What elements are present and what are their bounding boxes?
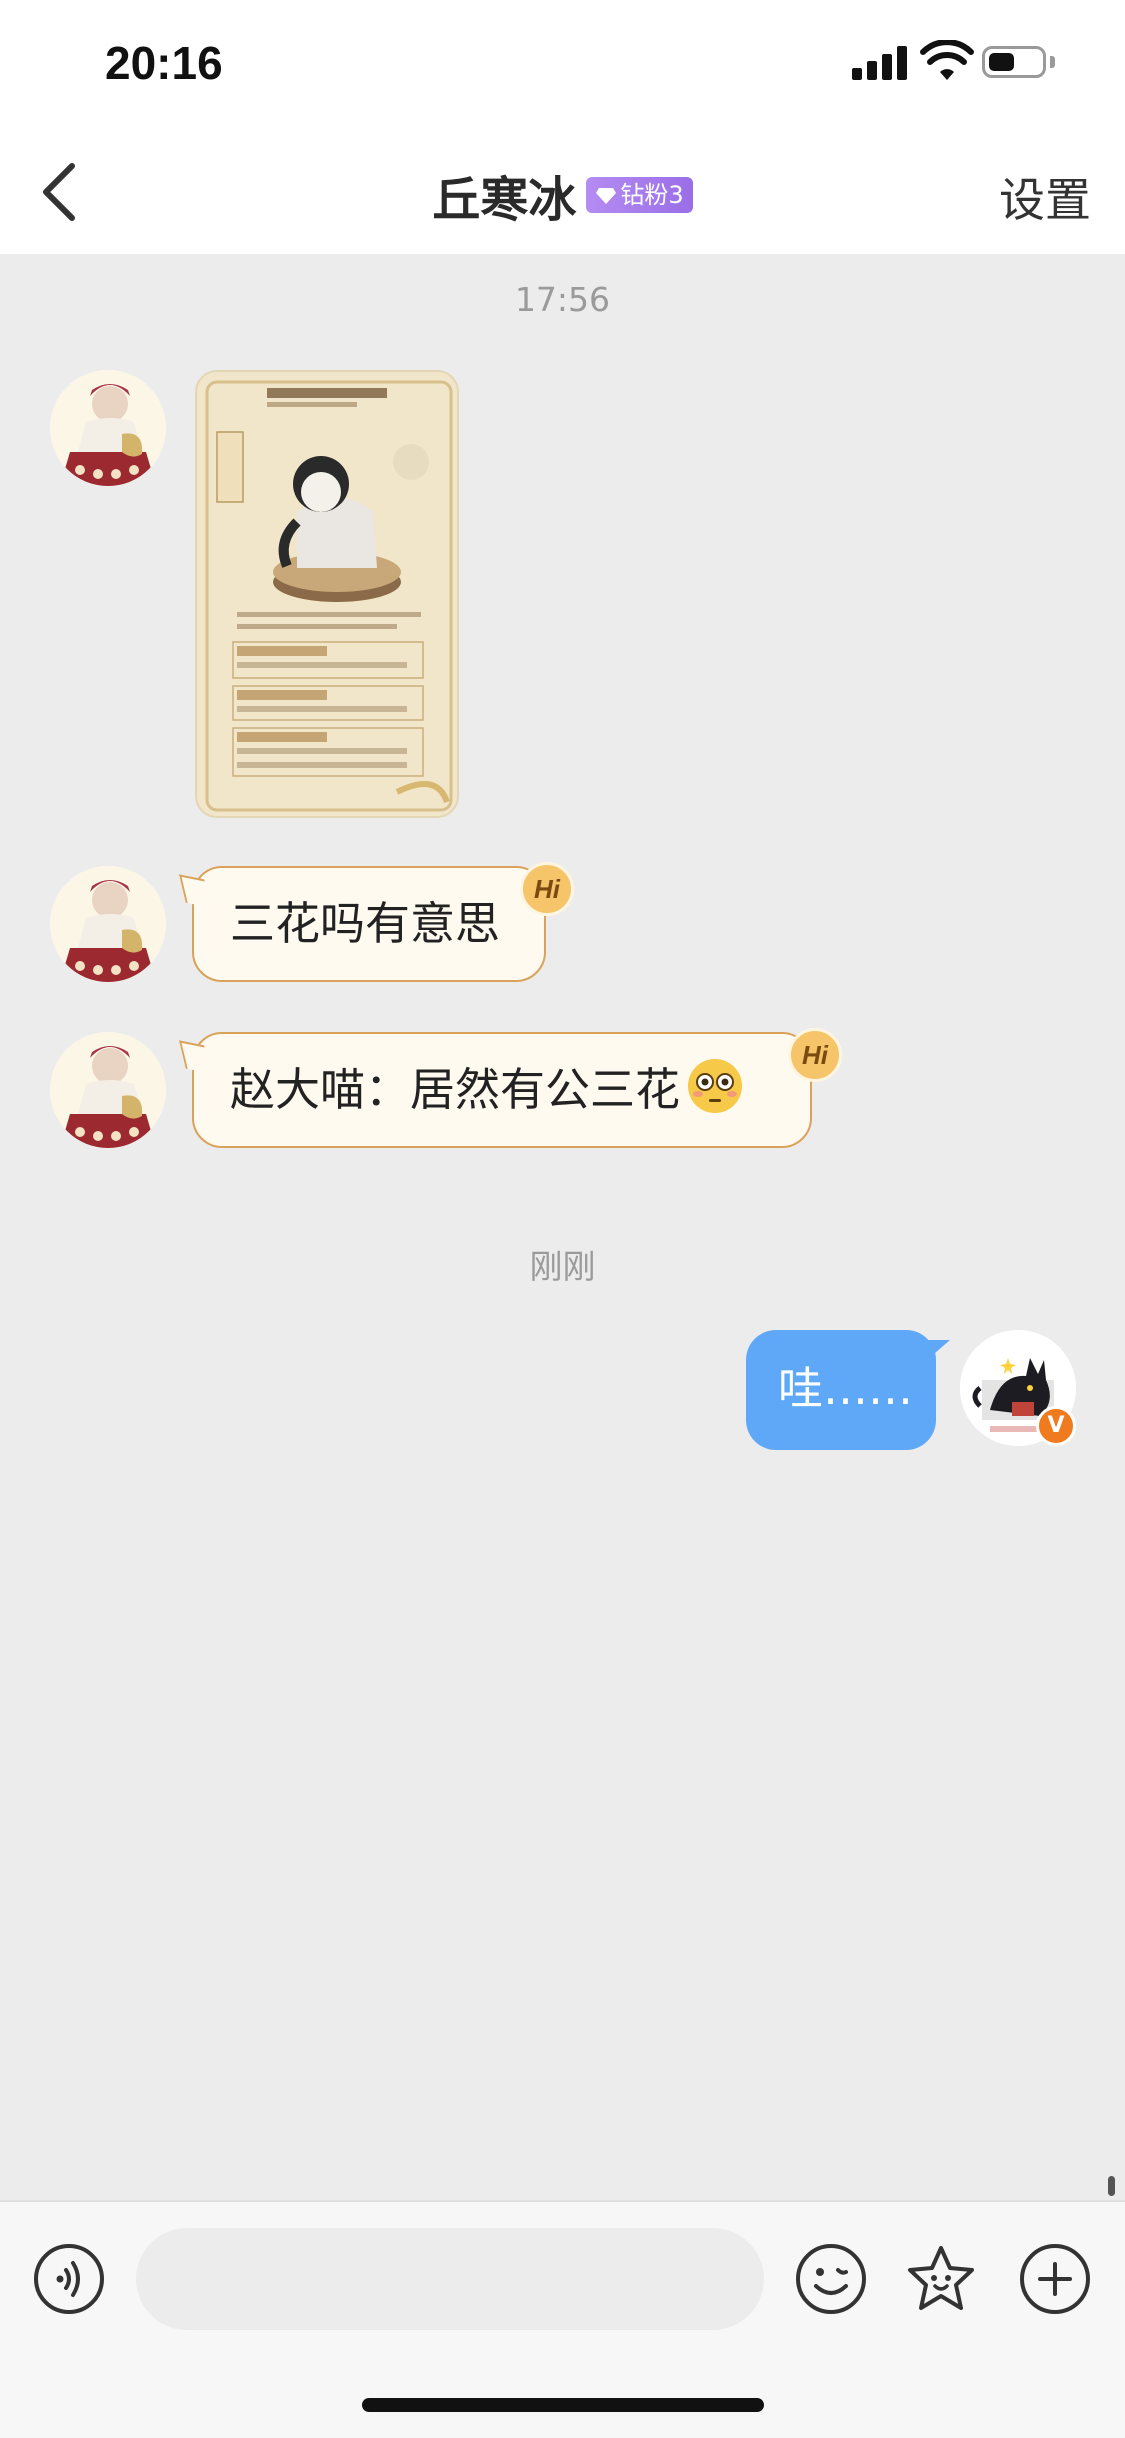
battery-nub	[1050, 56, 1055, 68]
diamond-icon	[596, 188, 617, 204]
nav-bar: 丘寒冰 钻粉3 设置	[0, 130, 1125, 254]
fan-level-label: 钻粉3	[620, 181, 684, 209]
message-text: 赵大喵：居然有公三花	[230, 1063, 681, 1116]
contact-avatar[interactable]	[50, 866, 166, 982]
flushed-face-emoji	[688, 1059, 743, 1113]
settings-button[interactable]: 设置	[999, 164, 1091, 230]
battery-level	[989, 53, 1014, 71]
avatar-illustration	[50, 1032, 166, 1148]
nav-title-group: 丘寒冰 钻粉3	[0, 160, 1125, 230]
verified-badge-icon: V	[1036, 1406, 1076, 1446]
wifi-icon	[920, 40, 974, 80]
contact-name[interactable]: 丘寒冰	[432, 172, 576, 228]
image-message-thumbnail	[197, 372, 457, 816]
text-message-bubble[interactable]: 三花吗有意思	[179, 866, 546, 982]
image-message[interactable]	[195, 370, 459, 818]
status-time: 20:16	[105, 37, 223, 89]
contact-avatar[interactable]	[50, 1032, 166, 1148]
voice-icon[interactable]	[32, 2242, 106, 2316]
my-message-bubble[interactable]: 哇……	[746, 1330, 950, 1450]
emoji-face-icon[interactable]	[794, 2242, 868, 2316]
message-timestamp: 刚刚	[529, 1247, 596, 1286]
home-indicator[interactable]	[362, 2398, 764, 2412]
battery-icon	[982, 46, 1046, 78]
bubble-tail	[179, 1040, 211, 1074]
avatar-illustration	[50, 866, 166, 982]
star-sticker-icon[interactable]	[904, 2242, 978, 2316]
message-timestamp: 17:56	[514, 280, 611, 319]
bubble-tail	[920, 1340, 950, 1366]
bubble-tail	[179, 874, 211, 908]
hi-badge-icon: Hi	[520, 862, 574, 916]
contact-avatar[interactable]	[50, 370, 166, 486]
plus-circle-icon[interactable]	[1018, 2242, 1092, 2316]
message-text: 哇……	[778, 1362, 914, 1415]
text-message-bubble[interactable]: 赵大喵：居然有公三花	[179, 1032, 812, 1148]
hi-badge-icon: Hi	[788, 1028, 842, 1082]
message-input[interactable]	[136, 2228, 764, 2330]
message-text: 三花吗有意思	[230, 897, 501, 950]
scrollbar[interactable]	[1108, 2176, 1115, 2196]
signal-icon	[852, 46, 908, 80]
avatar-illustration	[50, 370, 166, 486]
fan-level-badge[interactable]: 钻粉3	[586, 177, 693, 213]
status-bar: 20:16	[0, 0, 1125, 130]
